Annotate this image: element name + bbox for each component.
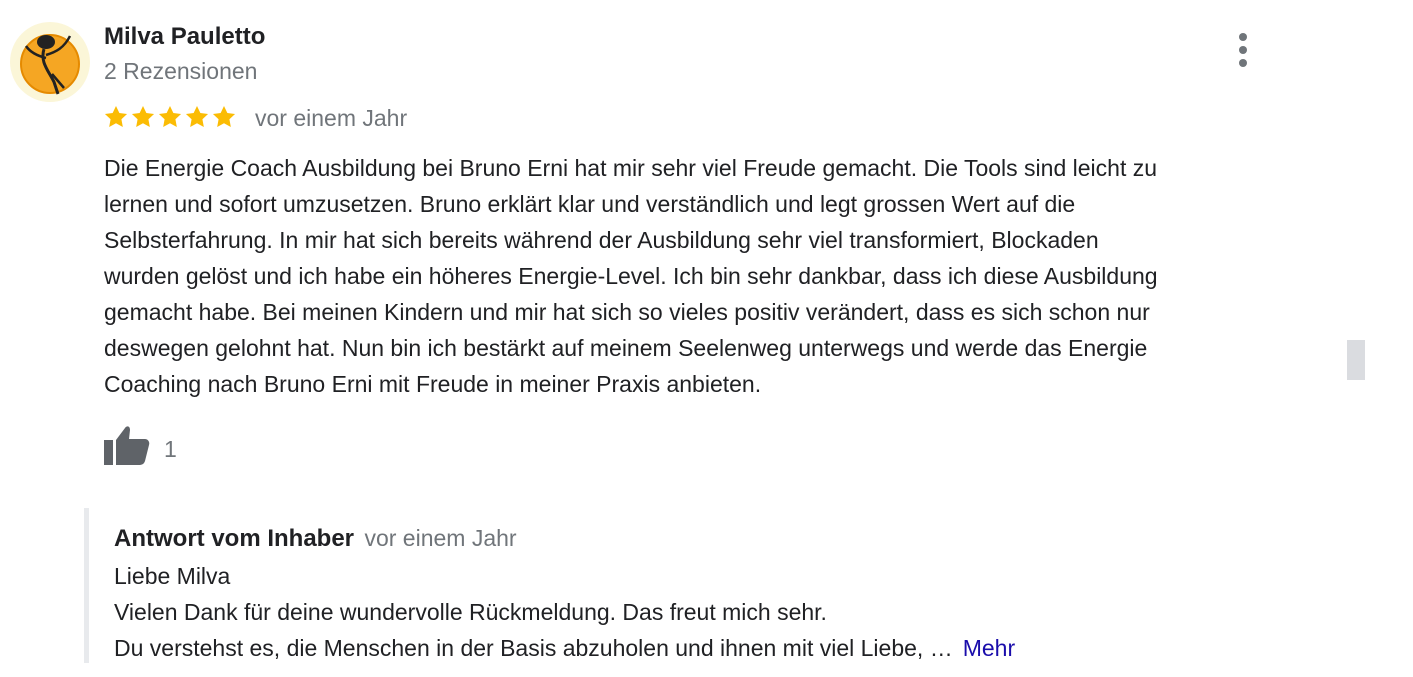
owner-reply-line: Vielen Dank für deine wundervolle Rückme… [114, 599, 827, 625]
owner-reply-line: Du verstehst es, die Menschen in der Bas… [114, 635, 953, 661]
reviewer-avatar[interactable] [10, 22, 90, 102]
star-icon [158, 105, 182, 127]
review-card: Milva Pauletto 2 Rezensionen vor einem J… [0, 0, 1413, 677]
owner-reply: Antwort vom Inhaber vor einem Jahr Liebe… [84, 508, 1289, 663]
star-rating [103, 104, 237, 130]
more-options-button[interactable] [1226, 30, 1260, 70]
review-text-line: lernen und sofort umzusetzen. Bruno erkl… [104, 191, 1076, 217]
thumbs-up-icon [104, 426, 150, 465]
review-text-line: Die Energie Coach Ausbildung bei Bruno E… [104, 155, 1158, 181]
like-button[interactable] [103, 423, 151, 467]
star-icon [131, 105, 155, 127]
review-date: vor einem Jahr [255, 105, 408, 131]
reviewer-review-count[interactable]: 2 Rezensionen [104, 56, 257, 86]
star-icon [185, 105, 209, 127]
review-text-line: Selbsterfahrung. In mir hat sich bereits… [104, 227, 1099, 253]
review-text-line: gemacht habe. Bei meinen Kindern und mir… [104, 299, 1150, 325]
more-vert-icon [1239, 33, 1247, 41]
owner-reply-header: Antwort vom Inhaber vor einem Jahr [114, 522, 517, 558]
reviewer-name[interactable]: Milva Pauletto [104, 22, 265, 52]
review-text: Die Energie Coach Ausbildung bei Bruno E… [104, 150, 1304, 402]
owner-reply-line: Liebe Milva [114, 563, 231, 589]
owner-reply-text: Liebe Milva Vielen Dank für deine wunder… [114, 558, 1015, 666]
more-link[interactable]: Mehr [963, 635, 1015, 661]
star-icon [212, 105, 236, 127]
avatar-image [20, 34, 80, 95]
owner-reply-date: vor einem Jahr [364, 525, 517, 551]
review-text-line: wurden gelöst und ich habe ein höheres E… [104, 263, 1158, 289]
more-vert-icon-dot [1239, 59, 1247, 67]
more-vert-icon-dot [1239, 46, 1247, 54]
owner-reply-line-last: Du verstehst es, die Menschen in der Bas… [114, 630, 1015, 666]
star-icon [104, 105, 128, 127]
like-count: 1 [164, 436, 177, 462]
owner-reply-label: Antwort vom Inhaber [114, 525, 355, 552]
review-text-line: deswegen gelohnt hat. Nun bin ich bestär… [104, 335, 1148, 361]
scrollbar-thumb[interactable] [1347, 340, 1365, 380]
review-text-line: Coaching nach Bruno Erni mit Freude in m… [104, 371, 762, 397]
